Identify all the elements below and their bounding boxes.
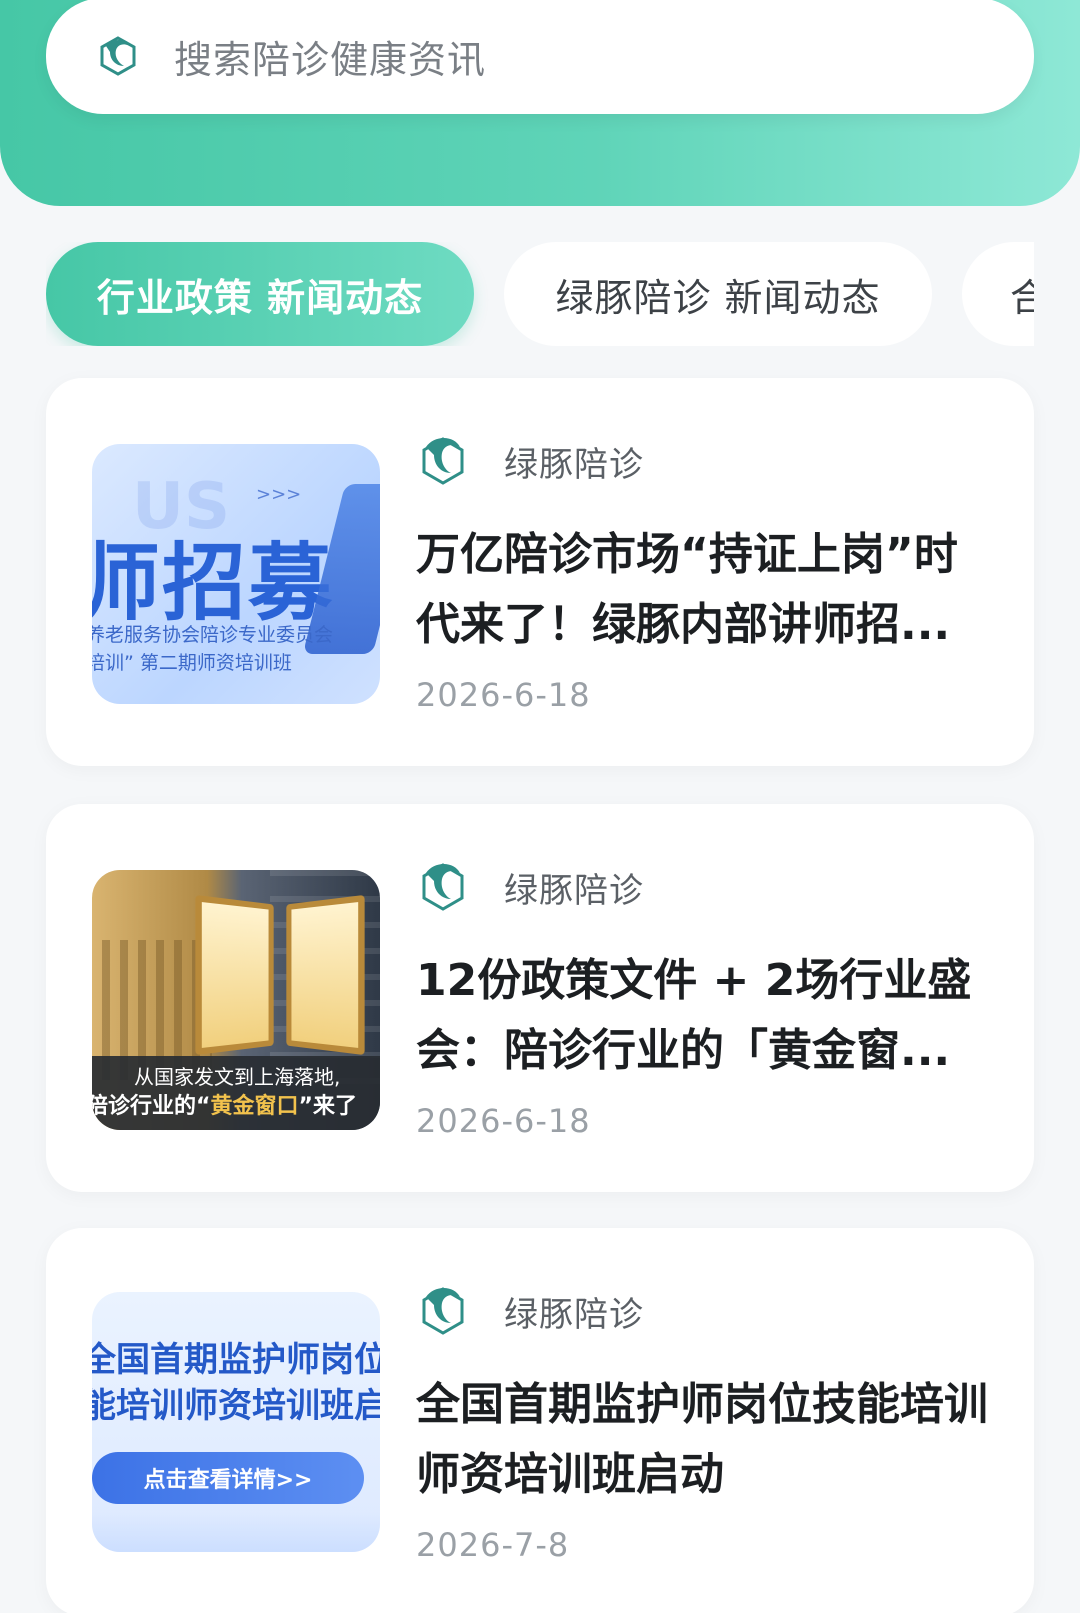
news-thumbnail: 全国首期监护师岗位 能培训师资培训班启 点击查看详情>>: [92, 1292, 380, 1552]
search-placeholder: 搜索陪诊健康资讯: [174, 37, 487, 82]
thumbnail-headline: 能培训师资培训班启: [92, 1386, 380, 1426]
caption-suffix: ”来了: [298, 1094, 357, 1119]
thumbnail-line: 培训” 第二期师资培训班: [92, 652, 292, 674]
news-page: 搜索陪诊健康资讯 行业政策 新闻动态 绿豚陪诊 新闻动态 合 US >>> 师招…: [0, 0, 1080, 1613]
source-row: 绿豚陪诊: [416, 854, 994, 920]
thumbnail-caption: 陪诊行业的“黄金窗口”来了: [92, 1088, 357, 1120]
news-card[interactable]: 全国首期监护师岗位 能培训师资培训班启 点击查看详情>> 绿豚陪诊 全国首期监护…: [46, 1228, 1034, 1613]
dolphin-logo-icon: [94, 32, 142, 80]
article-title[interactable]: 全国首期监护师岗位技能培训师资培训班启动: [416, 1370, 994, 1510]
article-title[interactable]: 12份政策文件 + 2场行业盛会：陪诊行业的「黄金窗...: [416, 946, 994, 1086]
thumbnail-headline: 师招募: [92, 534, 335, 632]
news-thumbnail: US >>> 师招募 养老服务协会陪诊专业委员会 培训” 第二期师资培训班: [92, 444, 380, 704]
tab-partial[interactable]: 合: [962, 242, 1034, 346]
thumbnail-arrows: >>>: [256, 484, 302, 505]
dolphin-logo-icon: [416, 431, 470, 491]
thumbnail-line: 养老服务协会陪诊专业委员会: [92, 624, 334, 646]
source-row: 绿豚陪诊: [416, 428, 994, 494]
tab-industry-policy-news[interactable]: 行业政策 新闻动态: [46, 242, 474, 346]
door-decoration: [286, 894, 365, 1056]
source-row: 绿豚陪诊: [416, 1278, 994, 1344]
search-input[interactable]: 搜索陪诊健康资讯: [46, 0, 1034, 114]
dolphin-logo-icon: [416, 1281, 470, 1341]
source-name: 绿豚陪诊: [504, 444, 644, 485]
article-date: 2026-6-18: [416, 1102, 591, 1140]
thumbnail-detail-button: 点击查看详情>>: [92, 1452, 364, 1504]
article-title[interactable]: 万亿陪诊市场“持证上岗”时代来了！绿豚内部讲师招...: [416, 520, 994, 660]
article-date: 2026-7-8: [416, 1526, 570, 1564]
source-name: 绿豚陪诊: [504, 1294, 644, 1335]
door-decoration: [195, 894, 274, 1056]
tab-lvtun-news[interactable]: 绿豚陪诊 新闻动态: [504, 242, 932, 346]
article-date: 2026-6-18: [416, 676, 591, 714]
fade-decoration: [92, 1512, 380, 1552]
caption-prefix: 陪诊行业的“: [92, 1094, 211, 1119]
thumbnail-caption: 从国家发文到上海落地,: [134, 1065, 341, 1089]
source-name: 绿豚陪诊: [504, 870, 644, 911]
thumbnail-headline: 全国首期监护师岗位: [92, 1340, 380, 1380]
caption-highlight: 黄金窗口: [210, 1094, 299, 1119]
category-tabs: 行业政策 新闻动态 绿豚陪诊 新闻动态 合: [46, 242, 1034, 346]
news-thumbnail: 从国家发文到上海落地, 陪诊行业的“黄金窗口”来了: [92, 870, 380, 1130]
news-card[interactable]: US >>> 师招募 养老服务协会陪诊专业委员会 培训” 第二期师资培训班 绿豚…: [46, 378, 1034, 766]
news-card[interactable]: 从国家发文到上海落地, 陪诊行业的“黄金窗口”来了 绿豚陪诊 12份政策文件 +…: [46, 804, 1034, 1192]
dolphin-logo-icon: [416, 857, 470, 917]
